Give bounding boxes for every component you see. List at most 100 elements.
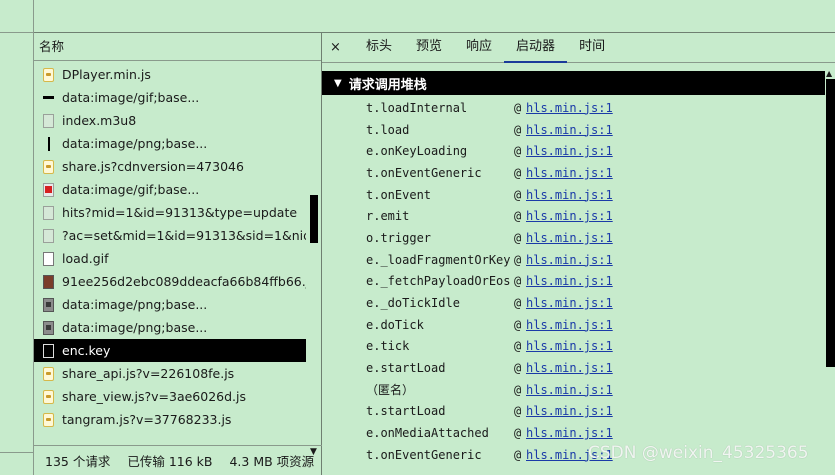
source-link[interactable]: hls.min.js:1 xyxy=(526,253,613,267)
tab-2[interactable]: 响应 xyxy=(454,33,504,63)
top-filter-area xyxy=(34,0,835,33)
function-name: e._doTickIdle xyxy=(366,296,460,311)
request-list-scrollbar[interactable]: ▼ xyxy=(306,63,322,457)
request-row[interactable]: load.gif xyxy=(34,247,306,270)
stack-frame: t.loadInternal @ hls.min.js:1 xyxy=(322,97,825,119)
at-sign: @ xyxy=(514,317,522,332)
request-row[interactable]: index.m3u8 xyxy=(34,109,306,132)
grey-image-icon xyxy=(43,297,54,312)
request-row[interactable]: 91ee256d2ebc089ddeacfa66b84ffb66.jpg xyxy=(34,270,306,293)
request-row[interactable]: hits?mid=1&id=91313&type=update xyxy=(34,201,306,224)
function-name: t.onEventGeneric xyxy=(366,165,482,180)
request-name: hits?mid=1&id=91313&type=update xyxy=(62,205,298,220)
function-name: e.onKeyLoading xyxy=(366,144,468,159)
stack-frame: e.doTick @ hls.min.js:1 xyxy=(322,314,825,336)
section-title: 请求调用堆栈 xyxy=(348,77,427,93)
devtools-network-panel: 名称 DPlayer.min.js data:image/gif;base... i… xyxy=(0,0,835,475)
name-column-header[interactable]: 名称 xyxy=(34,33,321,61)
at-sign: @ xyxy=(514,144,522,159)
source-link[interactable]: hls.min.js:1 xyxy=(526,383,613,397)
source-link[interactable]: hls.min.js:1 xyxy=(526,274,613,288)
source-link[interactable]: hls.min.js:1 xyxy=(526,209,613,223)
at-sign: @ xyxy=(514,209,522,224)
collapse-triangle-icon[interactable]: ▼ xyxy=(334,78,342,89)
source-link[interactable]: hls.min.js:1 xyxy=(526,188,613,202)
details-tab-bar: × 标头 预览 响应 启动器 时间 xyxy=(322,33,835,63)
doc-icon xyxy=(43,343,54,358)
request-row[interactable]: data:image/gif;base... xyxy=(34,86,306,109)
doc-icon xyxy=(43,228,54,243)
request-row[interactable]: ?ac=set&mid=1&id=91313&sid=1&nid= xyxy=(34,224,306,247)
scrollbar-thumb[interactable] xyxy=(826,79,835,367)
at-sign: @ xyxy=(514,230,522,245)
request-name: data:image/png;base... xyxy=(62,320,208,335)
tab-1[interactable]: 预览 xyxy=(404,33,454,63)
stack-frame: r.emit @ hls.min.js:1 xyxy=(322,205,825,227)
scroll-up-arrow-icon[interactable]: ▲ xyxy=(826,69,832,78)
request-name: share.js?cdnversion=473046 xyxy=(62,159,244,174)
function-name: （匿名） xyxy=(366,383,415,398)
details-scrollbar[interactable]: ▲ xyxy=(825,69,835,475)
at-sign: @ xyxy=(514,274,522,289)
call-stack-list: t.loadInternal @ hls.min.js:1 t.load @ hls.mi… xyxy=(322,97,825,466)
at-sign: @ xyxy=(514,426,522,441)
source-link[interactable]: hls.min.js:1 xyxy=(526,404,613,418)
resource-size: 4.3 MB 项资源 xyxy=(229,454,315,469)
request-row[interactable]: DPlayer.min.js xyxy=(34,63,306,86)
js-file-icon xyxy=(43,67,54,82)
request-row[interactable]: share_api.js?v=226108fe.js xyxy=(34,362,306,385)
request-name: enc.key xyxy=(62,343,111,358)
scrollbar-thumb[interactable] xyxy=(310,195,318,243)
red-square-image-icon xyxy=(43,182,54,197)
function-name: t.loadInternal xyxy=(366,100,468,115)
stack-frame: e.onMediaAttached @ hls.min.js:1 xyxy=(322,422,825,444)
request-name: data:image/gif;base... xyxy=(62,182,200,197)
at-sign: @ xyxy=(514,339,522,354)
request-row[interactable]: tangram.js?v=37768233.js xyxy=(34,408,306,431)
source-link[interactable]: hls.min.js:1 xyxy=(526,144,613,158)
source-link[interactable]: hls.min.js:1 xyxy=(526,339,613,353)
request-row[interactable]: data:image/png;base... xyxy=(34,316,306,339)
request-row[interactable]: enc.key xyxy=(34,339,306,362)
request-name: ?ac=set&mid=1&id=91313&sid=1&nid= xyxy=(62,228,306,243)
source-link[interactable]: hls.min.js:1 xyxy=(526,101,613,115)
close-icon[interactable]: × xyxy=(330,40,354,55)
source-link[interactable]: hls.min.js:1 xyxy=(526,296,613,310)
stack-frame: t.startLoad @ hls.min.js:1 xyxy=(322,401,825,423)
doc-icon xyxy=(43,113,54,128)
js-file-icon xyxy=(43,412,54,427)
at-sign: @ xyxy=(514,100,522,115)
stack-frame: e._fetchPayloadOrEos @ hls.min.js:1 xyxy=(322,271,825,293)
request-row[interactable]: share_view.js?v=3ae6026d.js xyxy=(34,385,306,408)
source-link[interactable]: hls.min.js:1 xyxy=(526,318,613,332)
stack-frame: （匿名） @ hls.min.js:1 xyxy=(322,379,825,401)
source-link[interactable]: hls.min.js:1 xyxy=(526,426,613,440)
source-link[interactable]: hls.min.js:1 xyxy=(526,166,613,180)
call-stack-section-header[interactable]: ▼ 请求调用堆栈 xyxy=(322,71,825,95)
request-name: tangram.js?v=37768233.js xyxy=(62,412,232,427)
at-sign: @ xyxy=(514,165,522,180)
stack-frame: t.onEventGeneric @ hls.min.js:1 xyxy=(322,162,825,184)
request-name: share_view.js?v=3ae6026d.js xyxy=(62,389,247,404)
request-name: index.m3u8 xyxy=(62,113,137,128)
js-file-icon xyxy=(43,159,54,174)
tab-3[interactable]: 启动器 xyxy=(504,33,568,63)
request-row[interactable]: data:image/png;base... xyxy=(34,132,306,155)
function-name: e.startLoad xyxy=(366,361,446,376)
source-link[interactable]: hls.min.js:1 xyxy=(526,231,613,245)
left-strip-segment xyxy=(0,0,34,33)
request-name: data:image/gif;base... xyxy=(62,90,200,105)
request-row[interactable]: data:image/png;base... xyxy=(34,293,306,316)
stack-frame: e.onKeyLoading @ hls.min.js:1 xyxy=(322,140,825,162)
request-name: share_api.js?v=226108fe.js xyxy=(62,366,235,381)
request-row[interactable]: data:image/gif;base... xyxy=(34,178,306,201)
photo-icon xyxy=(43,274,54,289)
hbar-image-icon xyxy=(43,91,54,105)
stack-frame: e.tick @ hls.min.js:1 xyxy=(322,336,825,358)
tab-0[interactable]: 标头 xyxy=(354,33,404,63)
doc-icon xyxy=(43,205,54,220)
request-row[interactable]: share.js?cdnversion=473046 xyxy=(34,155,306,178)
tab-4[interactable]: 时间 xyxy=(567,33,617,63)
source-link[interactable]: hls.min.js:1 xyxy=(526,361,613,375)
source-link[interactable]: hls.min.js:1 xyxy=(526,123,613,137)
